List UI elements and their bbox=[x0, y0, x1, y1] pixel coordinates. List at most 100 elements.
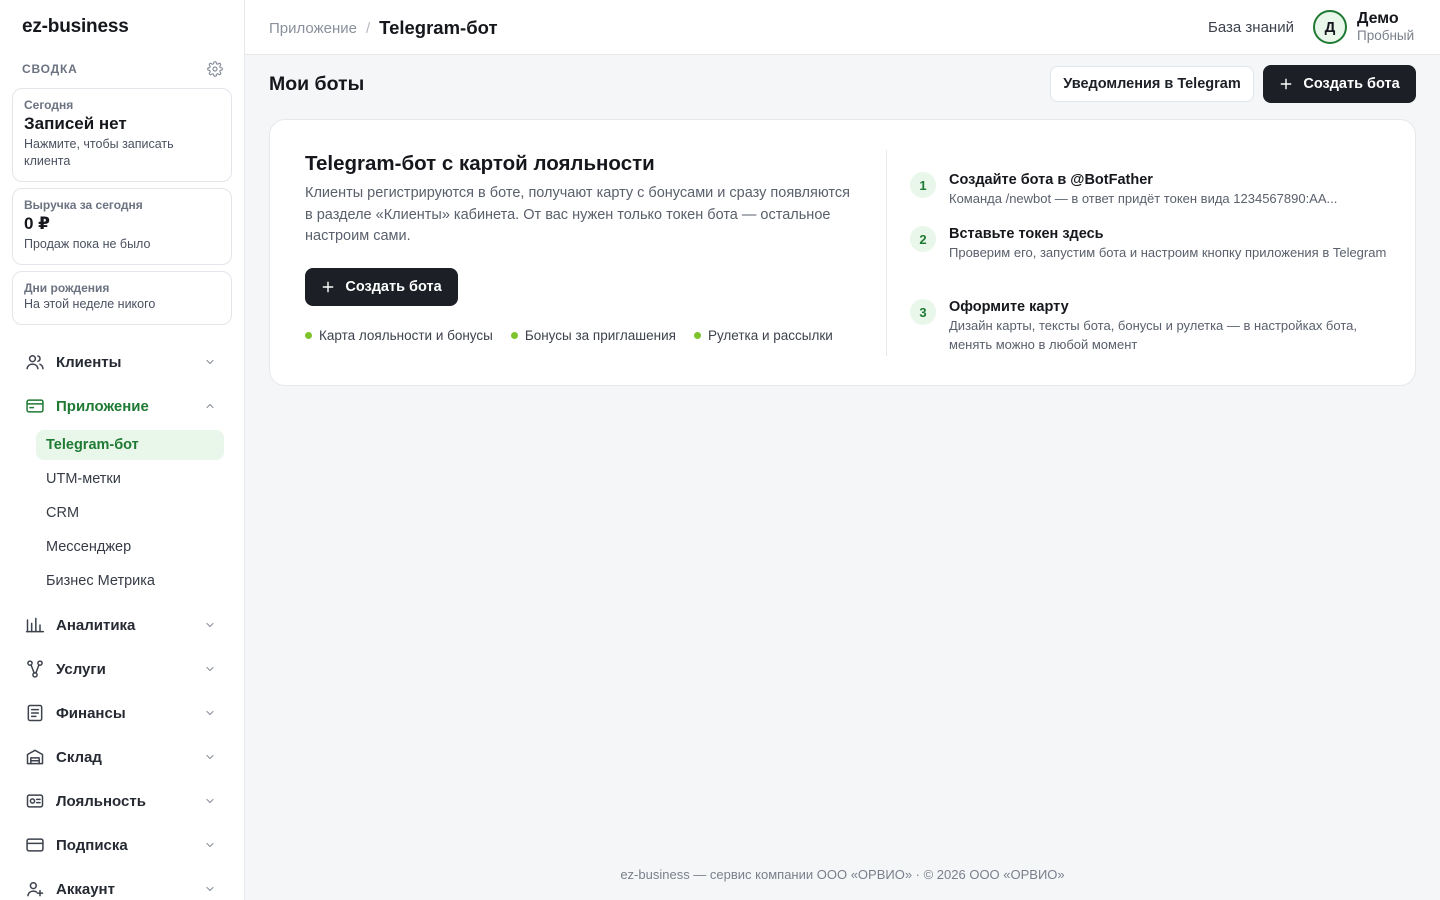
card-icon bbox=[24, 395, 46, 417]
panel-create-bot-button[interactable]: Создать бота bbox=[305, 268, 458, 306]
knowledge-base-link[interactable]: База знаний bbox=[1208, 19, 1294, 36]
revenue-card[interactable]: Выручка за сегодня 0 ₽ Продаж пока не бы… bbox=[12, 188, 232, 265]
nav-clients-label: Клиенты bbox=[56, 353, 122, 371]
feature-item: Рулетка и рассылки bbox=[693, 328, 833, 343]
nav-subscription-label: Подписка bbox=[56, 836, 128, 854]
breadcrumb: Приложение / Telegram-бот bbox=[269, 17, 498, 39]
nav-account[interactable]: Аккаунт bbox=[14, 873, 228, 900]
step-item: 2 Вставьте токен здесь Проверим его, зап… bbox=[910, 226, 1390, 263]
step-title: Создайте бота в @BotFather bbox=[949, 172, 1153, 188]
chart-icon bbox=[24, 614, 46, 636]
nav-services-label: Услуги bbox=[56, 660, 106, 678]
revenue-value: 0 ₽ bbox=[24, 214, 51, 233]
feature-item: Карта лояльности и бонусы bbox=[305, 328, 493, 343]
breadcrumb-separator: / bbox=[365, 19, 371, 37]
services-icon bbox=[24, 658, 46, 680]
create-bot-button[interactable]: Создать бота bbox=[1263, 65, 1416, 103]
create-bot-label: Создать бота bbox=[1303, 76, 1400, 92]
sidebar-item-messenger[interactable]: Мессенджер bbox=[36, 532, 224, 562]
sidebar-item-business-metrika[interactable]: Бизнес Метрика bbox=[36, 566, 224, 596]
nav-finance[interactable]: Финансы bbox=[14, 697, 228, 729]
step-number: 3 bbox=[910, 299, 936, 325]
bullet-dot-icon bbox=[510, 332, 518, 339]
today-hint: Нажмите, чтобы записать клиента bbox=[24, 137, 174, 168]
step-description: Дизайн карты, тексты бота, бонусы и руле… bbox=[949, 318, 1357, 352]
step-title: Вставьте токен здесь bbox=[949, 226, 1104, 242]
sidebar: ez-business СВОДКА Сегодня Записей нет Н… bbox=[0, 0, 245, 900]
bullet-dot-icon bbox=[305, 332, 312, 339]
step-title: Оформите карту bbox=[949, 299, 1069, 315]
panel-title: Telegram-бот с картой лояльности bbox=[305, 152, 655, 175]
breadcrumb-current: Telegram-бот bbox=[379, 17, 498, 38]
footer-text: ez-business — сервис компании ООО «ОРВИО… bbox=[620, 867, 1065, 882]
nav-loyalty-label: Лояльность bbox=[56, 792, 146, 810]
warehouse-icon bbox=[24, 746, 46, 768]
users-icon bbox=[24, 351, 46, 373]
nav-analytics[interactable]: Аналитика bbox=[14, 609, 228, 641]
sidebar-item-crm[interactable]: CRM bbox=[36, 498, 224, 528]
nav-account-label: Аккаунт bbox=[56, 880, 115, 898]
nav-clients[interactable]: Клиенты bbox=[14, 346, 228, 378]
chevron-down-icon bbox=[202, 617, 218, 633]
nav-warehouse[interactable]: Склад bbox=[14, 741, 228, 773]
today-card[interactable]: Сегодня Записей нет Нажмите, чтобы запис… bbox=[12, 88, 232, 182]
birthdays-hint: На этой неделе никого bbox=[24, 297, 156, 311]
chevron-down-icon bbox=[202, 837, 218, 853]
chevron-down-icon bbox=[202, 661, 218, 677]
plus-icon bbox=[1279, 77, 1293, 91]
revenue-hint: Продаж пока не было bbox=[24, 237, 151, 251]
nav-application-label: Приложение bbox=[56, 397, 149, 415]
loyalty-icon bbox=[24, 790, 46, 812]
avatar[interactable]: Д bbox=[1313, 10, 1347, 44]
plus-icon bbox=[321, 280, 335, 294]
panel-divider bbox=[886, 150, 887, 356]
account-icon bbox=[24, 878, 46, 900]
feature-label: Карта лояльности и бонусы bbox=[319, 328, 493, 343]
brand-logo[interactable]: ez-business bbox=[22, 16, 129, 38]
feature-label: Рулетка и рассылки bbox=[707, 328, 833, 343]
revenue-label: Выручка за сегодня bbox=[24, 198, 143, 212]
sidebar-item-telegram-bot[interactable]: Telegram-бот bbox=[36, 430, 224, 460]
user-plan: Пробный bbox=[1357, 28, 1415, 43]
telegram-bot-panel: Telegram-бот с картой лояльности Клиенты… bbox=[269, 119, 1416, 386]
gear-icon[interactable] bbox=[206, 60, 224, 78]
nav-warehouse-label: Склад bbox=[56, 748, 102, 766]
telegram-notifications-button[interactable]: Уведомления в Telegram bbox=[1050, 66, 1254, 102]
chevron-down-icon bbox=[202, 705, 218, 721]
step-item: 3 Оформите карту Дизайн карты, тексты бо… bbox=[910, 299, 1390, 354]
nav-finance-label: Финансы bbox=[56, 704, 126, 722]
sidebar-item-utm[interactable]: UTM-метки bbox=[36, 464, 224, 494]
page-title: Мои боты bbox=[269, 73, 365, 95]
panel-description: Клиенты регистрируются в боте, получают … bbox=[305, 185, 850, 244]
birthdays-card[interactable]: Дни рождения На этой неделе никого bbox=[12, 271, 232, 325]
chevron-down-icon bbox=[202, 881, 218, 897]
user-name[interactable]: Демо bbox=[1357, 10, 1399, 28]
feature-list: Карта лояльности и бонусы Бонусы за приг… bbox=[305, 328, 851, 343]
birthdays-label: Дни рождения bbox=[24, 281, 110, 295]
step-description: Команда /newbot — в ответ придёт токен в… bbox=[949, 191, 1338, 206]
bullet-dot-icon bbox=[693, 332, 701, 339]
chevron-down-icon bbox=[202, 793, 218, 809]
nav-application[interactable]: Приложение bbox=[14, 390, 228, 422]
step-number: 2 bbox=[910, 226, 936, 252]
summary-header: СВОДКА bbox=[22, 61, 224, 77]
feature-label: Бонусы за приглашения bbox=[524, 328, 676, 343]
nav-subscription[interactable]: Подписка bbox=[14, 829, 228, 861]
nav-loyalty[interactable]: Лояльность bbox=[14, 785, 228, 817]
breadcrumb-parent[interactable]: Приложение bbox=[269, 20, 357, 37]
summary-title: СВОДКА bbox=[22, 62, 78, 76]
finance-icon bbox=[24, 702, 46, 724]
topbar: Приложение / Telegram-бот База знаний Д … bbox=[245, 0, 1440, 55]
panel-create-bot-label: Создать бота bbox=[345, 279, 442, 295]
chevron-down-icon bbox=[202, 354, 218, 370]
nav-services[interactable]: Услуги bbox=[14, 653, 228, 685]
nav-analytics-label: Аналитика bbox=[56, 616, 136, 634]
chevron-up-icon bbox=[202, 398, 218, 414]
step-description: Проверим его, запустим бота и настроим к… bbox=[949, 245, 1387, 260]
step-number: 1 bbox=[910, 172, 936, 198]
chevron-down-icon bbox=[202, 749, 218, 765]
subscription-icon bbox=[24, 834, 46, 856]
today-label: Сегодня bbox=[24, 98, 74, 112]
step-item: 1 Создайте бота в @BotFather Команда /ne… bbox=[910, 172, 1390, 209]
today-value: Записей нет bbox=[24, 114, 127, 133]
